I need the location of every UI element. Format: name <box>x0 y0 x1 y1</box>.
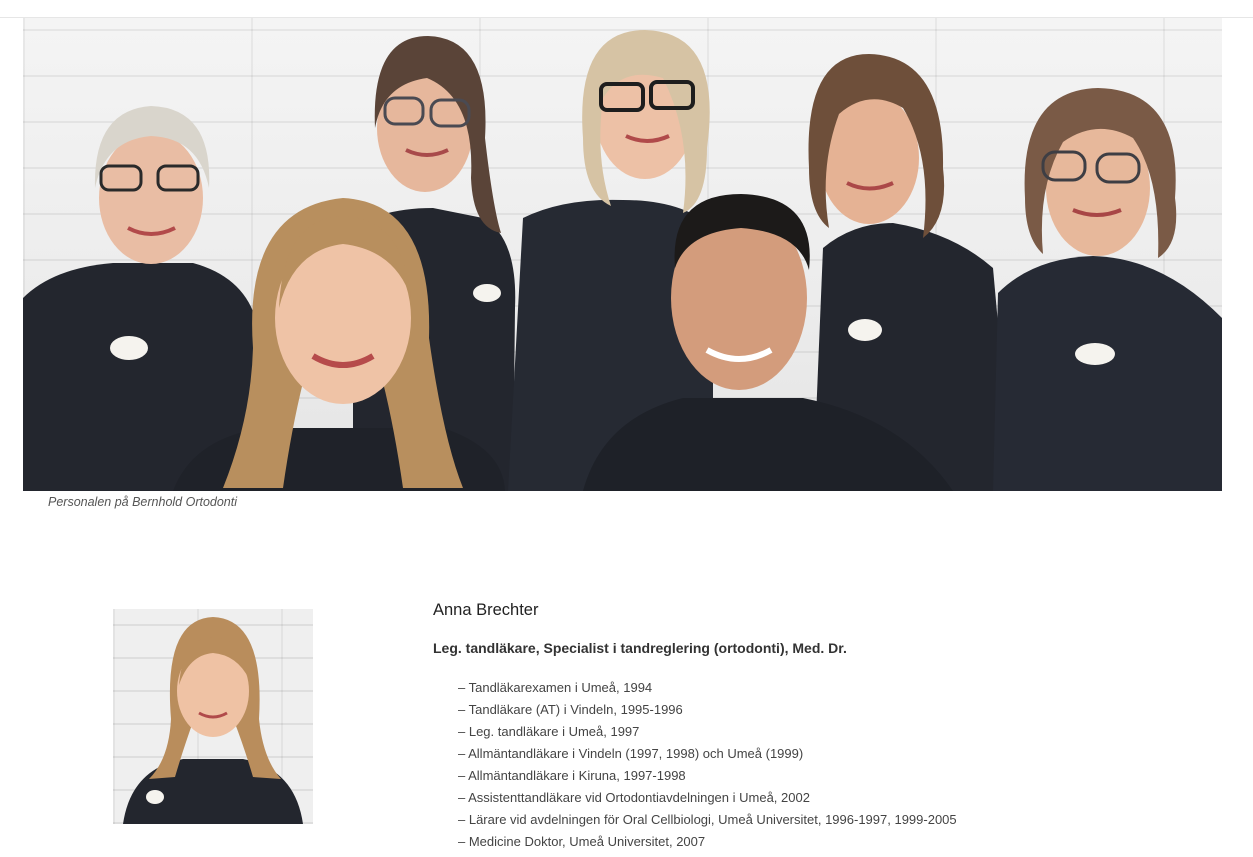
team-photo-illustration <box>23 30 1222 491</box>
team-photo-caption: Personalen på Bernhold Ortodonti <box>48 495 238 509</box>
profile-bio: Anna Brechter Leg. tandläkare, Specialis… <box>433 598 1213 853</box>
credentials-list: – Tandläkarexamen i Umeå, 1994 – Tandläk… <box>433 677 1213 853</box>
credential-item: – Medicine Doktor, Umeå Universitet, 200… <box>458 834 706 849</box>
top-border <box>0 0 1253 18</box>
credential-item: – Assistenttandläkare vid Ortodontiavdel… <box>458 790 810 805</box>
team-photo <box>23 18 1222 491</box>
credential-item: – Lärare vid avdelningen för Oral Cellbi… <box>458 812 957 827</box>
profile-portrait <box>113 609 313 824</box>
staff-member-1 <box>23 106 258 491</box>
staff-member-5 <box>993 88 1222 491</box>
credential-item: – Tandläkarexamen i Umeå, 1994 <box>458 680 653 695</box>
profile-title: Leg. tandläkare, Specialist i tandregler… <box>433 640 847 656</box>
credential-item: – Tandläkare (AT) i Vindeln, 1995-1996 <box>458 702 683 717</box>
profile-portrait-illustration <box>123 617 303 824</box>
credential-item: – Leg. tandläkare i Umeå, 1997 <box>458 724 640 739</box>
credential-item: – Allmäntandläkare i Vindeln (1997, 1998… <box>458 746 804 761</box>
profile-name: Anna Brechter <box>433 601 539 619</box>
credential-item: – Allmäntandläkare i Kiruna, 1997-1998 <box>458 768 686 783</box>
